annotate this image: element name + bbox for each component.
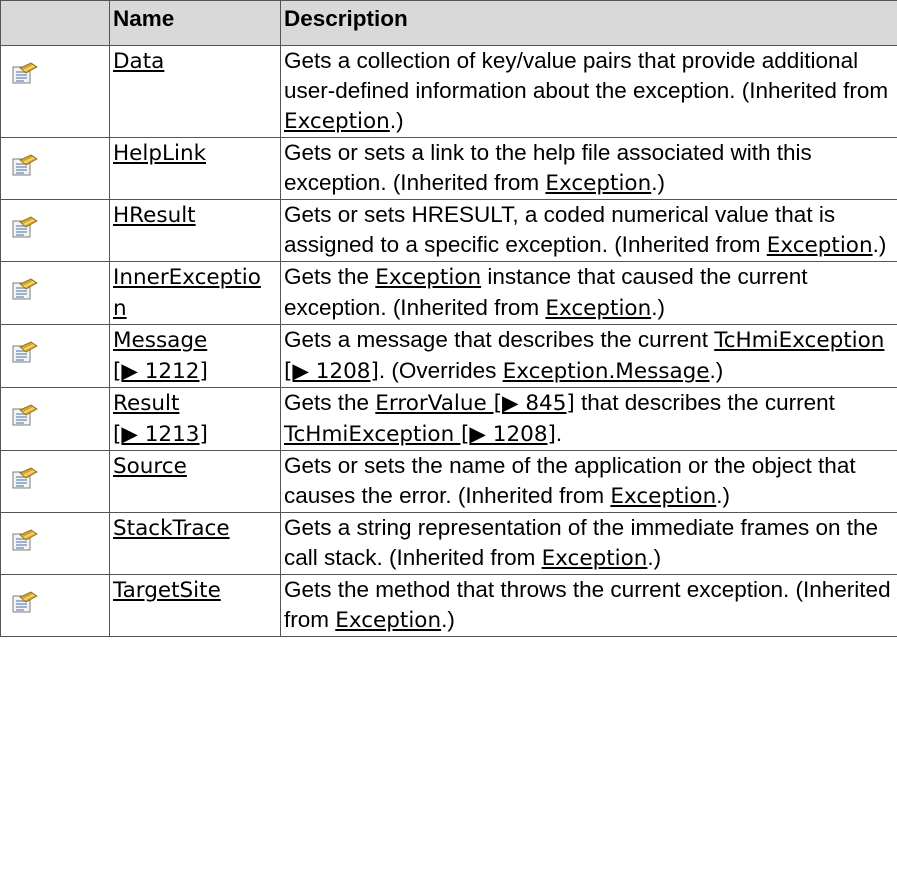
- member-description-cell: Gets a collection of key/value pairs tha…: [280, 45, 897, 138]
- member-name-cell: HelpLink: [109, 137, 281, 200]
- header-row: Name Description: [0, 0, 897, 46]
- table-row: HResult Gets or sets HRESULT, a coded num…: [0, 199, 897, 262]
- property-icon: [11, 528, 39, 552]
- table-row: InnerExceptio n Gets the Exception instanc…: [0, 261, 897, 325]
- property-icon: [11, 466, 39, 490]
- property-icon: [11, 590, 39, 614]
- header-name: Name: [109, 0, 281, 46]
- member-description-cell: Gets the method that throws the current …: [280, 574, 897, 637]
- member-name-link[interactable]: Source: [113, 454, 187, 479]
- exception-link[interactable]: Exception: [610, 484, 716, 509]
- member-description-cell: Gets a string representation of the imme…: [280, 512, 897, 575]
- table-row: HelpLink Gets or sets a link to the help …: [0, 137, 897, 200]
- member-name-cell: Message [▶ 1212]: [109, 324, 281, 388]
- member-name-cell: InnerExceptio n: [109, 261, 281, 325]
- member-name-link[interactable]: TargetSite: [113, 578, 221, 603]
- icon-cell: [0, 387, 110, 451]
- table-row: Data Gets a collection of key/value pairs…: [0, 45, 897, 138]
- exception-link[interactable]: Exception: [545, 171, 651, 196]
- table-row: Source Gets or sets the name of the appli…: [0, 450, 897, 513]
- member-name-cell: TargetSite: [109, 574, 281, 637]
- member-description-cell: Gets or sets a link to the help file ass…: [280, 137, 897, 200]
- table-row: TargetSite Gets the method that throws th…: [0, 574, 897, 637]
- member-name-link[interactable]: Result [▶ 1213]: [113, 391, 208, 447]
- member-description-cell: Gets the ErrorValue [▶ 845] that describ…: [280, 387, 897, 451]
- icon-cell: [0, 574, 110, 637]
- icon-cell: [0, 199, 110, 262]
- member-description-cell: Gets a message that describes the curren…: [280, 324, 897, 388]
- exception-link[interactable]: Exception: [767, 233, 873, 258]
- member-description-cell: Gets the Exception instance that caused …: [280, 261, 897, 325]
- icon-cell: [0, 137, 110, 200]
- exception-link[interactable]: Exception: [335, 608, 441, 633]
- member-name-cell: StackTrace: [109, 512, 281, 575]
- tchmiexception-link[interactable]: TcHmiException [▶ 1208]: [284, 422, 556, 447]
- icon-cell: [0, 512, 110, 575]
- icon-cell: [0, 261, 110, 325]
- member-name-link[interactable]: Data: [113, 49, 164, 74]
- member-name-cell: HResult: [109, 199, 281, 262]
- member-name-link[interactable]: StackTrace: [113, 516, 230, 541]
- icon-cell: [0, 45, 110, 138]
- exception-link[interactable]: Exception: [542, 546, 648, 571]
- icon-cell: [0, 450, 110, 513]
- table-row: Message [▶ 1212] Gets a message that desc…: [0, 324, 897, 388]
- member-name-cell: Source: [109, 450, 281, 513]
- property-icon: [11, 215, 39, 239]
- table-row: StackTrace Gets a string representation o…: [0, 512, 897, 575]
- exception-link[interactable]: Exception: [284, 109, 390, 134]
- header-icon-column: [0, 0, 110, 46]
- member-name-link[interactable]: Message [▶ 1212]: [113, 328, 208, 384]
- member-name-cell: Result [▶ 1213]: [109, 387, 281, 451]
- property-icon: [11, 340, 39, 364]
- exception-link[interactable]: Exception: [375, 265, 481, 290]
- errorvalue-link[interactable]: ErrorValue [▶ 845]: [375, 391, 574, 416]
- member-name-link[interactable]: InnerExceptio n: [113, 265, 261, 321]
- table-row: Result [▶ 1213] Gets the ErrorValue [▶ 84…: [0, 387, 897, 451]
- property-icon: [11, 403, 39, 427]
- member-name-link[interactable]: HResult: [113, 203, 196, 228]
- member-description-cell: Gets or sets the name of the application…: [280, 450, 897, 513]
- exception-link[interactable]: Exception: [545, 296, 651, 321]
- member-name-cell: Data: [109, 45, 281, 138]
- members-table: Name Description Data Gets a collection o…: [0, 0, 897, 637]
- icon-cell: [0, 324, 110, 388]
- member-description-cell: Gets or sets HRESULT, a coded numerical …: [280, 199, 897, 262]
- member-name-link[interactable]: HelpLink: [113, 141, 206, 166]
- property-icon: [11, 277, 39, 301]
- header-description: Description: [280, 0, 897, 46]
- property-icon: [11, 61, 39, 85]
- exception-message-link[interactable]: Exception.Message: [503, 359, 710, 384]
- property-icon: [11, 153, 39, 177]
